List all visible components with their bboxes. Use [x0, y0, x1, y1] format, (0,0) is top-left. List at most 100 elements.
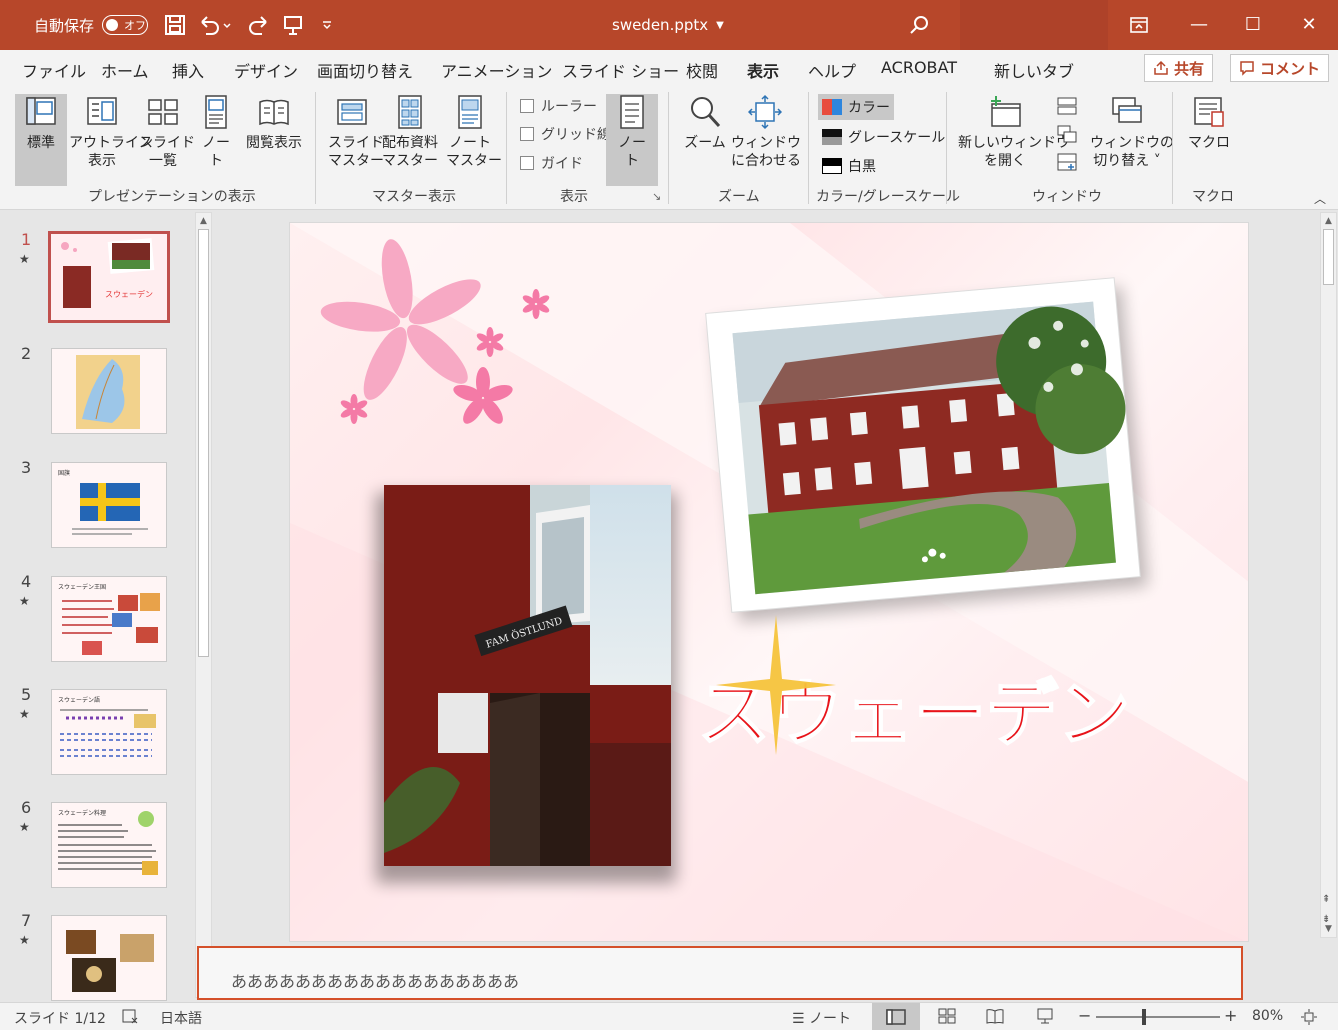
- comment-icon: [1240, 61, 1254, 76]
- document-title[interactable]: sweden.pptx ▼: [612, 10, 724, 40]
- tab-design[interactable]: デザイン: [234, 58, 298, 82]
- color-button[interactable]: カラー: [818, 94, 894, 120]
- language-indicator[interactable]: 日本語: [160, 1008, 202, 1028]
- autosave-toggle[interactable]: オフ: [102, 15, 149, 35]
- notes-label-1: ノー: [202, 135, 230, 151]
- present-from-start-icon[interactable]: [282, 10, 304, 40]
- notes-toggle-button[interactable]: ノー ト: [606, 94, 658, 186]
- normal-view-status-button[interactable]: [872, 1003, 920, 1030]
- minimize-icon[interactable]: —: [1184, 10, 1214, 40]
- tab-new[interactable]: 新しいタブ: [994, 58, 1074, 82]
- tab-animations[interactable]: アニメーション: [441, 58, 552, 82]
- zoom-slider-track[interactable]: [1096, 1009, 1220, 1025]
- slide-sorter-status-icon[interactable]: [938, 1008, 956, 1028]
- slide-scrollbar[interactable]: ▲ ▼: [1320, 212, 1337, 938]
- undo-icon[interactable]: [198, 10, 232, 40]
- slide-number: 5: [21, 685, 32, 704]
- tab-view[interactable]: 表示: [747, 58, 780, 90]
- zoom-in-icon[interactable]: +: [1224, 1006, 1237, 1025]
- new-window-button[interactable]: 新しいウィンドウ を開く: [958, 94, 1070, 184]
- notes-page-button[interactable]: ノー ト: [196, 94, 236, 184]
- grayscale-button[interactable]: グレースケール: [818, 124, 949, 150]
- arrange-all-icon[interactable]: [1056, 96, 1078, 120]
- handout-master-icon: [398, 95, 422, 129]
- ruler-checkbox[interactable]: ルーラー: [520, 96, 597, 116]
- slide-master-button[interactable]: スライド マスター: [328, 94, 384, 184]
- thumbnail-slide-5[interactable]: 5 ★ スウェーデン語: [5, 685, 195, 793]
- slide-canvas[interactable]: FAM ÖSTLUND スウェーデン: [289, 222, 1249, 942]
- macro-button[interactable]: マクロ: [1186, 94, 1232, 184]
- redo-icon[interactable]: [248, 10, 270, 40]
- zoom-slider-thumb[interactable]: [1142, 1009, 1147, 1025]
- slide-master-icon: [337, 99, 367, 125]
- accessibility-check-icon[interactable]: [122, 1008, 138, 1028]
- scroll-up-icon[interactable]: ▲: [198, 215, 209, 227]
- move-split-icon[interactable]: [1056, 152, 1078, 176]
- thumbnail-slide-1[interactable]: 1 ★ スウェーデン: [5, 230, 195, 338]
- notes-master-button[interactable]: ノート マスター: [446, 94, 502, 184]
- animation-star-icon: ★: [19, 252, 30, 266]
- tab-insert[interactable]: 挿入: [172, 58, 204, 82]
- checkbox-box: [520, 99, 534, 113]
- door-photo[interactable]: FAM ÖSTLUND: [376, 485, 676, 883]
- tab-file[interactable]: ファイル: [22, 58, 86, 82]
- customize-toolbar-icon[interactable]: [320, 10, 334, 40]
- maximize-icon[interactable]: ☐: [1238, 10, 1268, 40]
- comment-button[interactable]: コメント: [1230, 54, 1330, 82]
- scroll-up-icon[interactable]: ▲: [1323, 215, 1334, 227]
- cascade-icon[interactable]: [1056, 124, 1078, 148]
- black-white-button[interactable]: 白黒: [818, 153, 880, 179]
- gridlines-checkbox[interactable]: グリッド線: [520, 124, 611, 144]
- autosave-control[interactable]: 自動保存 オフ: [34, 10, 149, 40]
- share-button[interactable]: 共有: [1144, 54, 1214, 82]
- scrollbar-thumb[interactable]: [198, 229, 209, 657]
- reading-view-button[interactable]: 閲覧表示: [242, 94, 306, 184]
- reading-view-status-icon[interactable]: [986, 1008, 1004, 1028]
- checkbox-box: [520, 127, 534, 141]
- thumbnail-slide-3[interactable]: 3 国旗: [5, 458, 195, 566]
- thumbnail-scrollbar[interactable]: ▲ ▼: [195, 212, 212, 998]
- normal-view-button[interactable]: 標準: [15, 94, 67, 186]
- thumbnail-slide-4[interactable]: 4 ★ スウェーデン王国: [5, 572, 195, 680]
- save-icon[interactable]: [164, 10, 186, 40]
- dialog-launcher-icon[interactable]: ↘: [652, 190, 661, 203]
- tab-transitions[interactable]: 画面切り替え: [317, 58, 413, 82]
- notes-text[interactable]: ああああああああああああああああああ: [231, 968, 519, 992]
- collapse-ribbon-icon[interactable]: ︿: [1314, 190, 1326, 207]
- tab-slideshow[interactable]: スライド ショー: [562, 58, 679, 82]
- handout-master-button[interactable]: 配布資料 マスター: [381, 94, 439, 184]
- close-icon[interactable]: ✕: [1294, 10, 1324, 40]
- notes-pane[interactable]: ああああああああああああああああああ: [197, 946, 1243, 1000]
- ribbon-display-options-icon[interactable]: [1124, 10, 1154, 40]
- ribbon: 標準 アウトライン 表示 スライド 一覧 ノー ト 閲覧表示 プレゼンテーション…: [0, 86, 1338, 210]
- thumbnail-slide-2[interactable]: 2: [5, 344, 195, 452]
- magnifier-icon: [691, 97, 721, 128]
- slide-sorter-button[interactable]: スライド 一覧: [139, 94, 195, 184]
- zoom-out-icon[interactable]: −: [1078, 1006, 1091, 1025]
- tab-review[interactable]: 校閲: [686, 58, 718, 82]
- zoom-level[interactable]: 80%: [1252, 1008, 1283, 1024]
- switch-windows-button[interactable]: ウィンドウの 切り替え ˅: [1090, 94, 1174, 184]
- switch-label-2: 切り替え ˅: [1093, 153, 1161, 169]
- ribbon-separator: [808, 92, 809, 204]
- outline-view-button[interactable]: アウトライン 表示: [69, 94, 153, 184]
- guides-checkbox[interactable]: ガイド: [520, 153, 583, 173]
- fit-to-window-button[interactable]: ウィンドウ に合わせる: [731, 94, 801, 184]
- tab-home[interactable]: ホーム: [101, 58, 149, 82]
- search-icon[interactable]: [908, 10, 930, 40]
- tab-acrobat[interactable]: ACROBAT: [881, 58, 957, 77]
- tab-help[interactable]: ヘルプ: [808, 58, 856, 82]
- zoom-button[interactable]: ズーム: [682, 94, 728, 184]
- slideshow-status-icon[interactable]: [1036, 1008, 1054, 1028]
- next-slide-icon[interactable]: ⇟: [1322, 914, 1330, 925]
- ribbon-tabs: ファイル ホーム 挿入 デザイン 画面切り替え アニメーション スライド ショー…: [0, 50, 1338, 90]
- thumbnail-slide-6[interactable]: 6 ★ スウェーデン料理: [5, 798, 195, 906]
- group-presentation-views: プレゼンテーションの表示: [88, 189, 256, 205]
- fit-slide-icon[interactable]: [1300, 1008, 1318, 1030]
- previous-slide-icon[interactable]: ⇞: [1322, 894, 1330, 905]
- notes-icon: [620, 95, 644, 129]
- scrollbar-thumb[interactable]: [1323, 229, 1334, 285]
- notes-btn-label-1: ノー: [618, 135, 646, 151]
- notes-status-button[interactable]: ☰ ノート: [792, 1008, 851, 1028]
- house-photo[interactable]: [705, 277, 1149, 622]
